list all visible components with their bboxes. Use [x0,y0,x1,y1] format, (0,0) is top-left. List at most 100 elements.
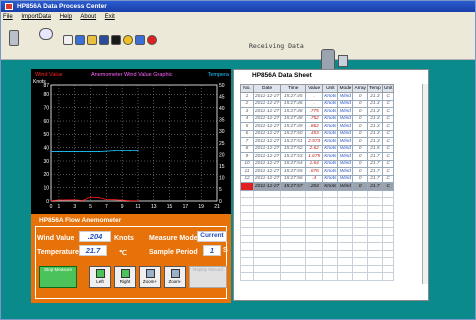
table-row[interactable]: 1 2011-12-27 15:27:45. Knots Wind 0 21.3 C [240,92,395,101]
x-tick-label: 21 [214,204,220,210]
table-scrollbar[interactable] [422,84,428,284]
table-cell: Wind [337,137,354,146]
menu-about[interactable]: About [80,14,96,20]
menu-file[interactable]: File [3,14,13,20]
table-row[interactable]: 10 2011-12-27 15:27:54 1.64 Knots Wind 0 21.7 C [240,159,395,168]
table-row[interactable]: 2011-12-27 15:27:57.204 Knots Wind 0 21.7 C [240,182,395,191]
empty-cell [305,189,324,198]
connect-icon[interactable] [39,28,53,40]
table-cell: 21.3 [366,107,383,116]
table-row[interactable]: 8 2011-12-27 15:27:52 2.62 Knots Wind 0 21.5 C [240,144,395,153]
chart-icon[interactable] [63,35,73,45]
column-header[interactable]: Unit [381,84,395,93]
left-button[interactable]: Left [89,266,111,288]
stop-icon[interactable] [147,35,157,45]
stop-measure-label: Stop Measure [43,267,72,272]
zoom-out-button[interactable]: Zoom- [164,266,186,288]
empty-cell [366,189,383,198]
wind-value: .204 [79,231,111,242]
empty-cell [352,219,368,228]
x-tick-label: 0 [50,204,53,210]
empty-cell [305,257,324,266]
empty-cell [252,264,282,273]
table-row[interactable]: 6 2011-12-27 15:27:50.453 Knots Wind 0 21.3 C [240,129,395,138]
table-row[interactable]: 11 2011-12-27 15:27:55.676 Knots Wind 0 21.7 C [240,167,395,176]
empty-cell [381,249,395,258]
empty-row [240,272,395,281]
disk-icon[interactable] [99,35,109,45]
column-header[interactable]: Unit [322,84,339,93]
empty-cell [280,264,307,273]
tools-icon[interactable] [135,35,145,45]
table-cell: 21.7 [366,167,383,176]
column-header[interactable]: Time [280,84,307,93]
table-row[interactable]: 2 2011-12-27 15:27:46. Knots Wind 0 21.3 C [240,99,395,108]
sheet-title: HP856A Data Sheet [252,72,312,79]
right-label: Right [119,279,131,284]
table-cell: 0 [352,114,368,123]
y2-tick-label: 30 [219,129,225,135]
y2-tick-label: 45 [219,94,225,100]
chart-title: Anemometer Wind Value Graphic [91,72,173,78]
table-cell: 0 [352,182,368,191]
pause-icon[interactable] [111,35,121,45]
table-cell: 15:27:48 [280,107,307,116]
table-cell: 15:27:56 [280,174,307,183]
empty-cell [381,219,395,228]
empty-cell [252,212,282,221]
table-cell: 0 [352,174,368,183]
wind-value-label: Wind Value [37,235,75,242]
chart-title-left: Wind Value [35,72,63,78]
table-cell: 5 [240,122,254,131]
replay-record-button[interactable]: Replay Record [189,266,227,288]
chart-plot: 0102030405060708087051015202530354045500… [43,83,225,210]
smiley-icon[interactable] [123,35,133,45]
column-header[interactable]: No. [240,84,254,93]
empty-cell [280,272,307,281]
empty-cell [252,234,282,243]
device-icon[interactable] [9,30,19,46]
x-tick-label: 7 [105,204,108,210]
table-cell: C [381,182,395,191]
column-header[interactable]: Value [305,84,324,93]
stop-measure-button[interactable]: Stop Measure [39,266,77,288]
table-cell: 6 [240,129,254,138]
empty-cell [322,204,339,213]
sample-period-value[interactable]: 1 [203,245,221,256]
empty-cell [381,272,395,281]
empty-cell [240,257,254,266]
table-row[interactable]: 9 2011-12-27 15:27:53 1.675 Knots Wind 0 21.7 C [240,152,395,161]
right-button[interactable]: Right [114,266,136,288]
measure-mode-value[interactable]: Current [197,231,227,242]
table-cell: Knots [322,182,339,191]
column-header[interactable]: Array [352,84,368,93]
wind-point [105,198,107,201]
column-header[interactable]: Date [252,84,282,93]
empty-cell [280,257,307,266]
open-icon[interactable] [87,35,97,45]
window-title: HP856A Data Process Center [17,3,107,10]
table-cell: 21.3 [366,137,383,146]
table-row[interactable]: 5 2011-12-27 15:27:49.862 Knots Wind 0 21.3 C [240,122,395,131]
menu-help[interactable]: Help [60,14,72,20]
column-header[interactable]: Mode [337,84,354,93]
empty-cell [366,249,383,258]
table-row[interactable]: 3 2011-12-27 15:27:48.775 Knots Wind 0 21.3 C [240,107,395,116]
plot-frame [50,84,218,202]
column-header[interactable]: Temp [366,84,383,93]
save-icon[interactable] [75,35,85,45]
zoom-in-button[interactable]: Zoom+ [139,266,161,288]
table-cell: Knots [322,114,339,123]
menu-exit[interactable]: Exit [105,14,115,20]
empty-cell [352,272,368,281]
table-cell: Wind [337,167,354,176]
table-row[interactable]: 4 2011-12-27 15:27:48.752 Knots Wind 0 21.3 C [240,114,395,123]
menu-importdata[interactable]: ImportData [21,14,51,20]
table-cell: C [381,99,395,108]
table-row[interactable]: 7 2011-12-27 15:27:51 2.573 Knots Wind 0 21.3 C [240,137,395,146]
empty-cell [322,257,339,266]
table-row[interactable]: 12 2011-12-27 15:27:56.4 Knots Wind 0 21.7 C [240,174,395,183]
empty-cell [381,227,395,236]
empty-cell [280,197,307,206]
table-cell: 0 [352,99,368,108]
